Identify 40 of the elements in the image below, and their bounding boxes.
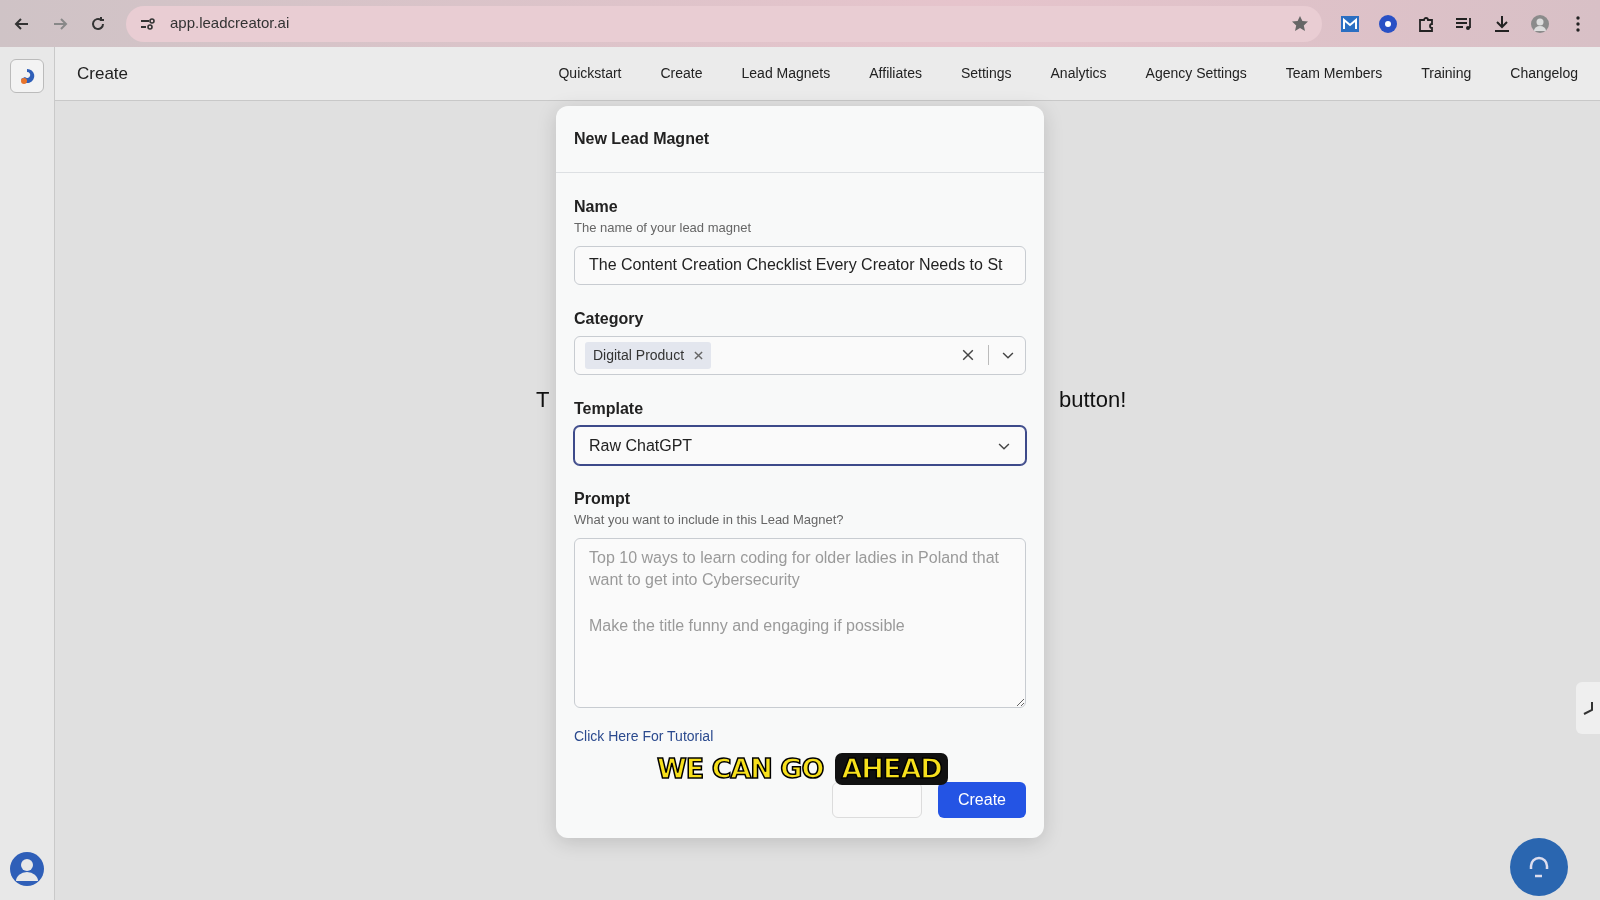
- nav-link[interactable]: Changelog: [1510, 63, 1578, 84]
- prompt-textarea[interactable]: Top 10 ways to learn coding for older ladies in Poland that want to get into Cybersecurity Make the title funny and engaging if possible: [574, 537, 1026, 708]
- nav-link[interactable]: Affiliates: [869, 63, 922, 84]
- field-hint: What you want to include in this Lead Magnet?: [574, 511, 845, 530]
- instruction-text: T: [536, 386, 550, 414]
- url-text: app.leadcreator.ai: [170, 13, 290, 34]
- nav-link[interactable]: Agency Settings: [1145, 63, 1247, 84]
- caption-text: AHEAD: [835, 753, 948, 785]
- caption-text: WE CAN GO: [656, 753, 825, 785]
- logo-icon[interactable]: [10, 59, 44, 93]
- extension-icon[interactable]: [1378, 13, 1398, 34]
- side-panel-tab[interactable]: [1576, 682, 1600, 734]
- nav-link[interactable]: Team Members: [1285, 63, 1383, 84]
- create-button[interactable]: Create: [937, 781, 1026, 818]
- field-label: Template: [574, 398, 645, 419]
- support-chat-icon[interactable]: [1510, 838, 1568, 896]
- field-label: Category: [574, 308, 645, 328]
- download-icon[interactable]: [1492, 13, 1512, 34]
- template-select[interactable]: Raw ChatGPT: [574, 426, 1026, 466]
- field-hint: The name of your lead magnet: [574, 219, 753, 238]
- remove-icon[interactable]: [694, 350, 704, 360]
- name-input[interactable]: The Content Creation Checklist Every Creator Needs to St: [574, 245, 1026, 285]
- nav-link[interactable]: Settings: [960, 63, 1012, 84]
- nav-link[interactable]: Training: [1421, 63, 1472, 84]
- cancel-button[interactable]: [831, 781, 922, 818]
- category-tag: Digital Product: [585, 341, 712, 369]
- extension-icon[interactable]: [1340, 13, 1360, 34]
- nav-link[interactable]: Quickstart: [558, 63, 622, 84]
- category-select[interactable]: Digital Product: [574, 335, 1026, 375]
- address-bar[interactable]: app.leadcreator.ai: [126, 5, 1322, 42]
- field-label: Name: [574, 197, 619, 217]
- field-label: Prompt: [574, 489, 631, 509]
- modal-title: New Lead Magnet: [574, 129, 710, 149]
- tutorial-link[interactable]: Click Here For Tutorial: [574, 727, 714, 744]
- page-title: Create: [77, 62, 129, 85]
- user-avatar-icon[interactable]: [10, 852, 44, 886]
- instruction-text: button!: [1059, 386, 1127, 414]
- nav-link[interactable]: Create: [660, 63, 703, 84]
- nav-link[interactable]: Analytics: [1050, 63, 1107, 84]
- nav-link[interactable]: Lead Magnets: [741, 63, 831, 84]
